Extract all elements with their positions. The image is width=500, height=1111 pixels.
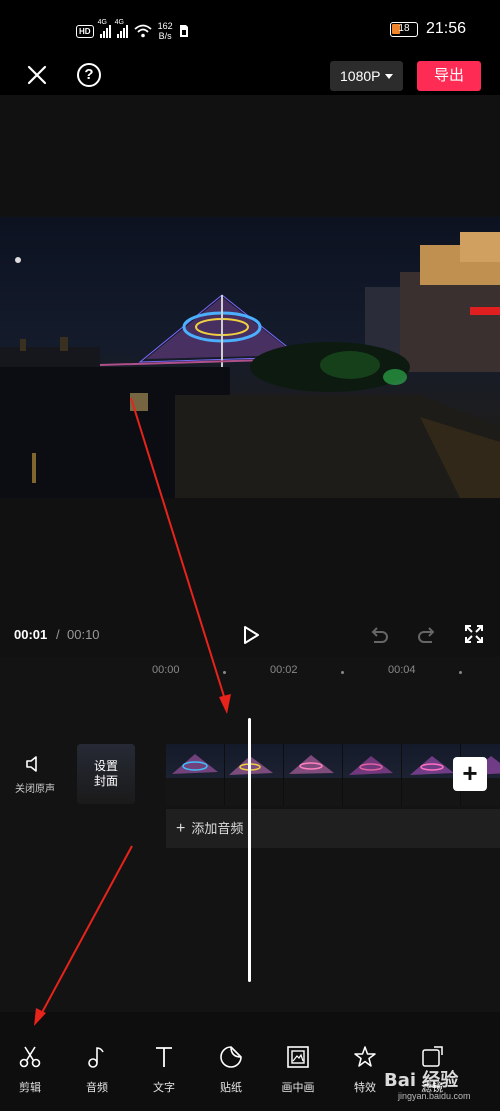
status-bar: HD 4G 4G 162 B/s 18 21:56 [0,0,500,60]
plus-icon: + [176,820,186,837]
help-button[interactable]: ? [77,63,101,87]
set-cover-button[interactable]: 设置封面 [77,744,135,804]
add-clip-button[interactable]: + [453,757,487,791]
mute-original-audio-button[interactable]: 关闭原声 [10,754,60,800]
clip-frame-thumbnail [225,744,284,806]
net-speed-value: 162 [157,21,173,31]
tool-label: 画中画 [281,1082,315,1094]
signal-icon-sim2: 4G [115,19,128,38]
sim-card-icon [179,25,188,37]
current-time: 00:01 [14,627,48,642]
export-button[interactable]: 导出 [417,61,481,91]
playhead[interactable] [248,718,251,982]
ruler-tick-label: 00:04 [388,664,416,676]
hd-badge: HD [76,24,94,38]
tool-text[interactable]: 文字 [134,1045,194,1095]
wifi-icon [133,24,152,38]
redo-icon[interactable] [416,624,438,646]
play-icon[interactable] [240,624,262,646]
battery-level: 18 [398,22,410,34]
ruler-dot [459,671,462,674]
fullscreen-icon[interactable] [464,624,484,644]
ruler-tick-label: 00:00 [152,664,180,676]
tool-label: 剪辑 [19,1082,41,1094]
sticker-icon [220,1046,242,1068]
time-separator: / [56,627,60,642]
net-speed: 162 B/s [158,21,173,41]
video-clip-track[interactable] [166,744,500,806]
chevron-down-icon [385,74,393,79]
tool-sticker[interactable]: 贴纸 [201,1045,261,1095]
add-audio-track[interactable]: + 添加音频 [166,809,500,848]
tool-label: 文字 [153,1082,175,1094]
ruler-tick-label: 00:02 [270,664,298,676]
status-left: HD 4G 4G 162 B/s [76,19,189,43]
player-controls: 00:01 / 00:10 [0,618,500,652]
time-ruler: 00:00 00:02 00:04 [0,664,500,684]
tool-label: 贴纸 [220,1082,242,1094]
close-icon[interactable] [26,64,48,86]
add-audio-label: 添加音频 [191,821,244,836]
total-time: 00:10 [67,627,100,642]
undo-icon[interactable] [368,624,390,646]
picture-in-picture-icon [287,1046,309,1068]
resolution-value: 1080P [340,68,381,84]
tool-label: 音频 [86,1082,108,1094]
battery-icon: 18 [389,21,418,37]
clock: 21:56 [425,20,466,37]
tool-picture-in-picture[interactable]: 画中画 [268,1045,328,1095]
music-note-icon [88,1047,104,1068]
baidu-watermark: Bai 经验 [384,1070,459,1091]
mute-original-audio-label: 关闭原声 [15,784,55,795]
ruler-dot [223,671,226,674]
baidu-watermark-url: jingyan.baidu.com [398,1091,471,1101]
status-right: 18 21:56 [389,20,466,38]
video-preview[interactable] [0,217,500,498]
resolution-dropdown[interactable]: 1080P [330,61,403,91]
clip-frame-thumbnail [284,744,343,806]
ruler-dot [341,671,344,674]
net-speed-unit: B/s [158,31,172,41]
text-icon [156,1047,172,1067]
clip-frame-thumbnail [166,744,225,806]
speaker-icon [26,756,37,772]
effects-star-icon [354,1046,376,1067]
signal-icon-sim1: 4G [98,19,111,38]
tool-edit[interactable]: 剪辑 [0,1045,60,1095]
scissors-icon [19,1046,41,1068]
editor-top-bar: ? 1080P 导出 [0,55,500,95]
night-scene-image [0,232,500,498]
tool-audio[interactable]: 音频 [67,1045,127,1095]
set-cover-label: 设置封面 [93,759,118,788]
clip-frame-thumbnail [343,744,402,806]
